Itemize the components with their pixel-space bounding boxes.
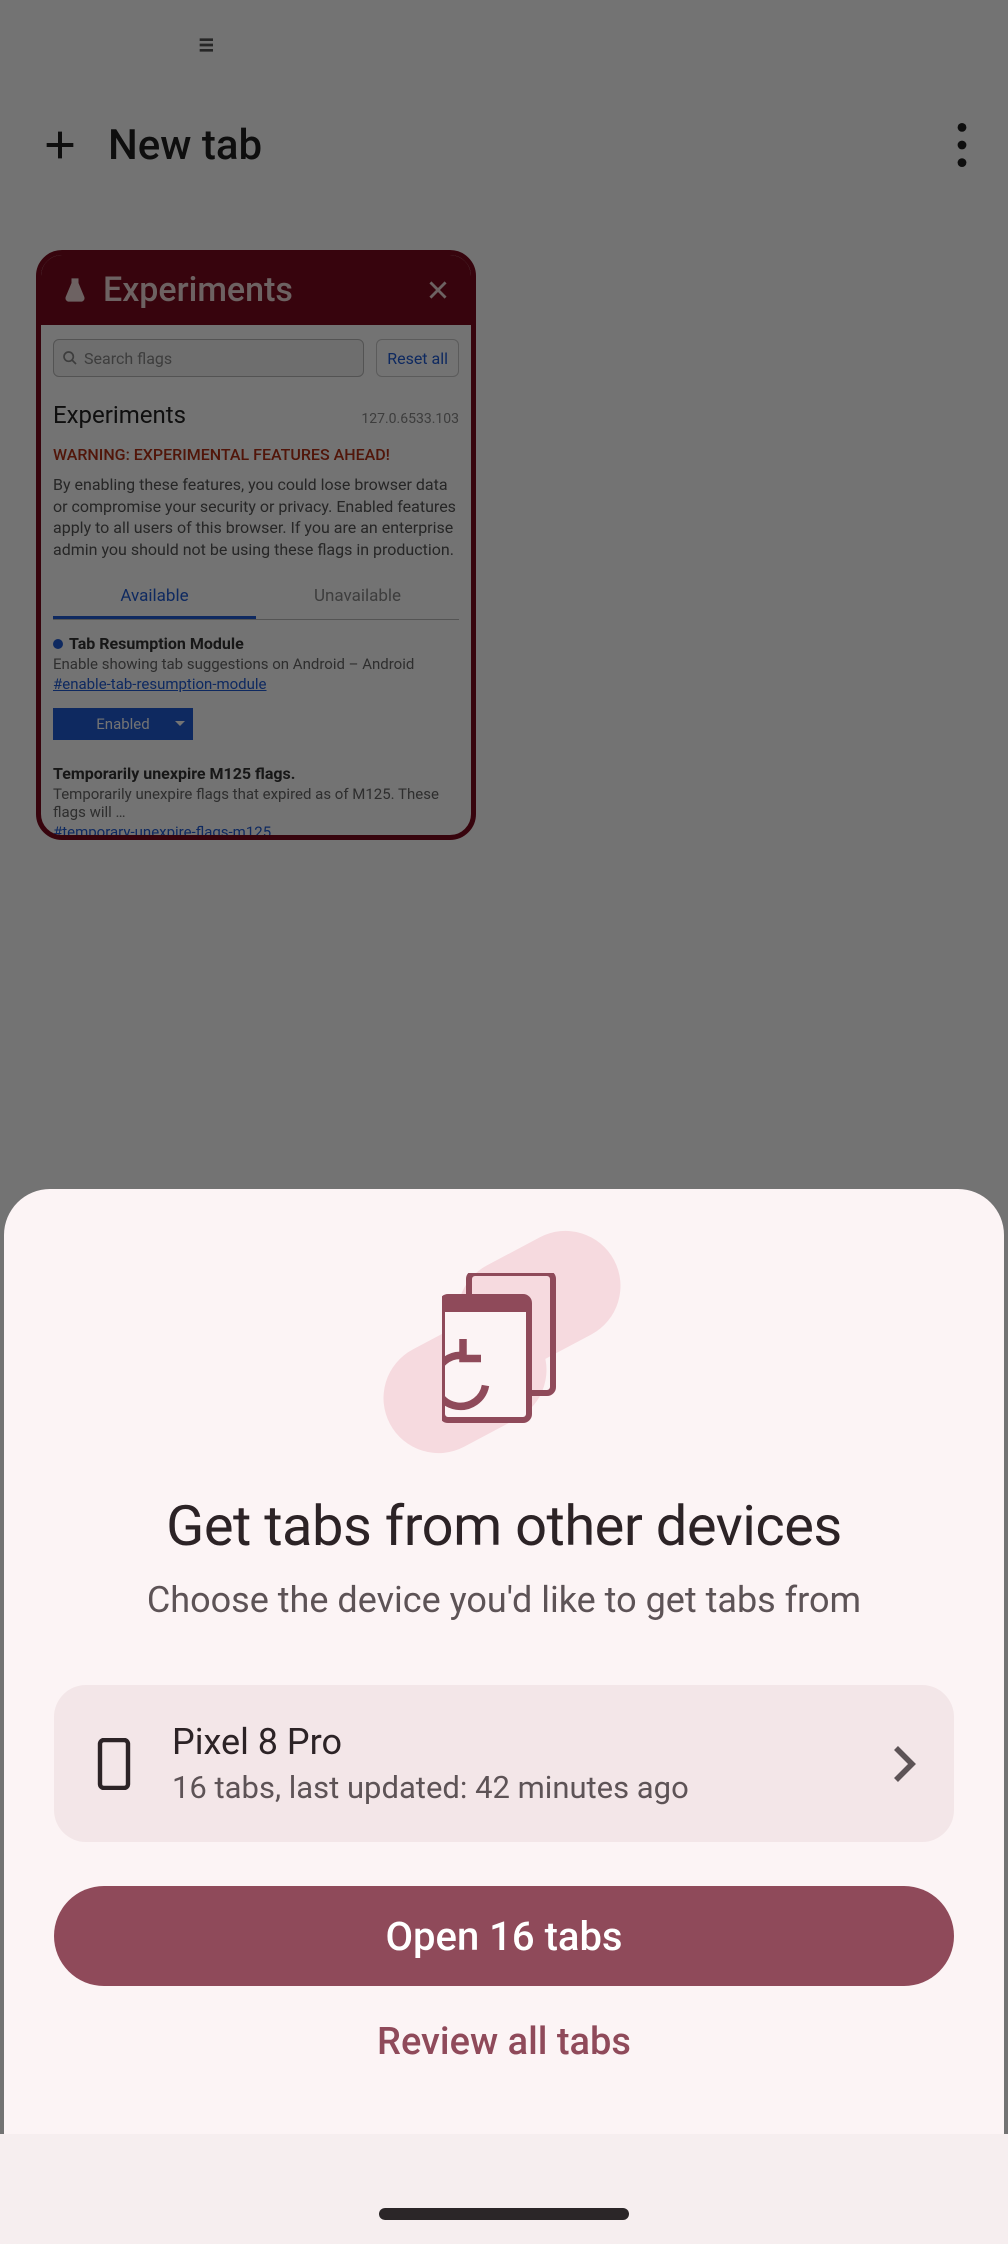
system-nav-bar: [0, 2134, 1008, 2244]
sheet-title: Get tabs from other devices: [54, 1493, 954, 1559]
gesture-handle-icon[interactable]: [379, 2208, 629, 2220]
bottom-sheet: Get tabs from other devices Choose the d…: [4, 1189, 1004, 2134]
device-row[interactable]: Pixel 8 Pro 16 tabs, last updated: 42 mi…: [54, 1685, 954, 1842]
device-name: Pixel 8 Pro: [172, 1721, 890, 1763]
smartphone-icon: [97, 1738, 131, 1790]
sheet-subtitle: Choose the device you'd like to get tabs…: [54, 1579, 954, 1621]
restore-tabs-illustration-icon: [394, 1249, 614, 1449]
open-tabs-button[interactable]: Open 16 tabs: [54, 1886, 954, 1986]
chevron-right-icon: [890, 1744, 918, 1784]
review-all-tabs-button[interactable]: Review all tabs: [54, 2020, 954, 2064]
device-meta: 16 tabs, last updated: 42 minutes ago: [172, 1769, 890, 1806]
